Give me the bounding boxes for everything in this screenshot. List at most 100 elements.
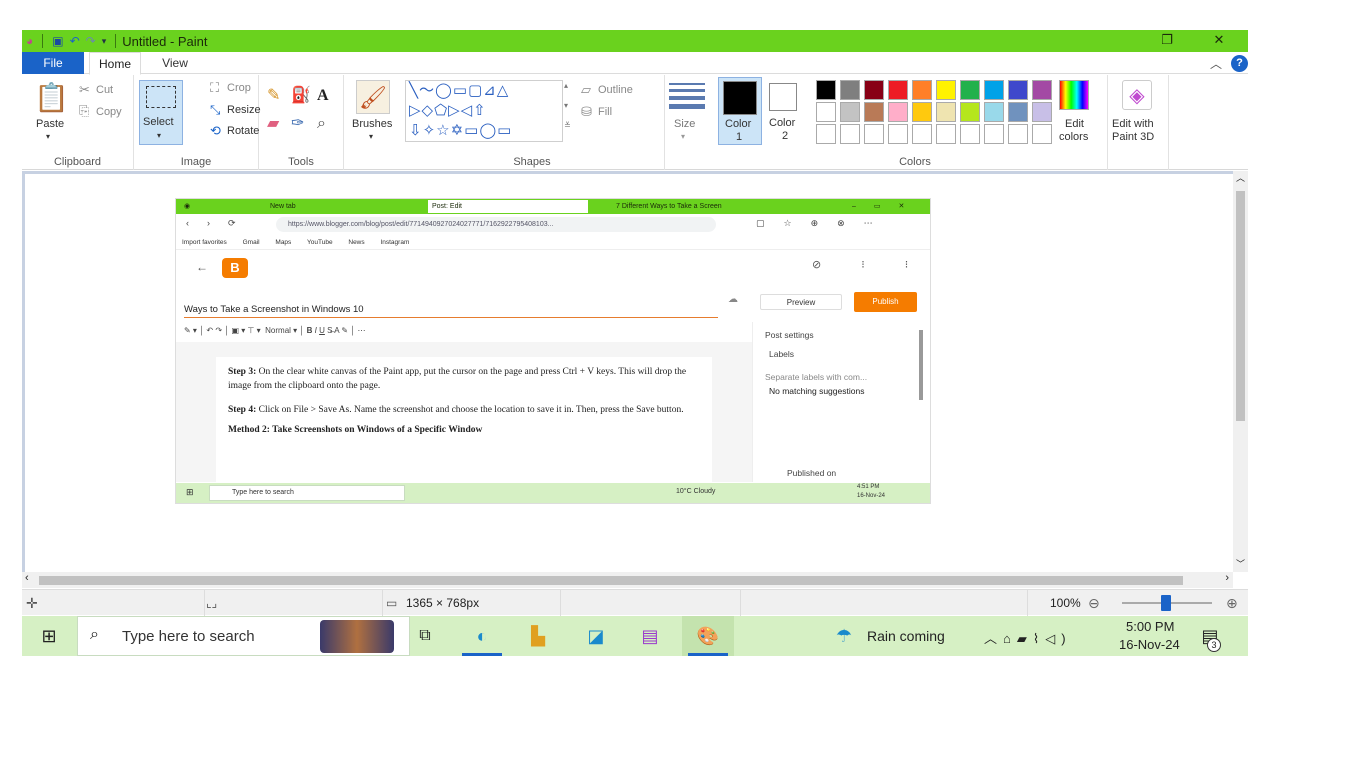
crop-button[interactable]: Crop [227,82,251,94]
redo-icon[interactable]: ↷ [86,34,96,48]
rotate-icon[interactable]: ⟲ [210,122,221,140]
empty-color-swatch[interactable] [816,124,836,144]
minimize-ribbon-icon[interactable]: ︿ [1210,55,1222,72]
cut-icon[interactable]: ✂ [79,81,90,99]
empty-color-swatch[interactable] [960,124,980,144]
empty-color-swatch[interactable] [1032,124,1052,144]
paint-taskbar-button[interactable]: 🎨 [682,616,734,656]
brush-icon[interactable]: 🖌 [356,80,390,114]
scroll-up-icon[interactable]: ︿ [1236,171,1245,184]
horizontal-scroll-thumb[interactable] [39,576,1183,585]
edit-colors-label[interactable]: Edit [1065,118,1084,130]
color1-button[interactable]: Color 1 [718,77,762,145]
close-button[interactable]: ✕ [1204,32,1234,50]
magnifier-icon[interactable]: ⌕ [317,115,326,133]
color-swatch[interactable] [960,102,980,122]
color-swatch[interactable] [936,80,956,100]
edge-icon[interactable]: ◐ [470,624,494,648]
color-swatch[interactable] [936,102,956,122]
text-tool-icon[interactable]: A [317,87,329,105]
color-swatch[interactable] [960,80,980,100]
color-swatch[interactable] [816,80,836,100]
customize-qat-icon[interactable]: ▾ [102,36,107,47]
empty-color-swatch[interactable] [864,124,884,144]
color-swatch[interactable] [1032,102,1052,122]
color-swatch[interactable] [912,80,932,100]
empty-color-swatch[interactable] [936,124,956,144]
resize-icon[interactable]: ⤡ [210,101,220,119]
zoom-in-icon[interactable]: ⊕ [1226,590,1238,616]
start-button-icon[interactable]: ⊞ [37,624,61,648]
weather-icon[interactable]: ☂ [832,624,856,648]
select-button[interactable]: Select ▾ [139,80,183,145]
color-swatch[interactable] [984,80,1004,100]
shapes-gallery[interactable]: ╲〜◯▭▢⊿△ ▷◇⬠▷◁⇧ ⇩✧☆✡▭◯▭ [405,80,563,142]
clock-date[interactable]: 16-Nov-24 [1119,637,1180,652]
scroll-down-icon[interactable]: ﹀ [1236,557,1245,570]
empty-color-swatch[interactable] [984,124,1004,144]
zoom-slider-thumb[interactable] [1161,595,1171,611]
shapes-scroll-down-icon[interactable]: ▾ [564,101,568,110]
color-swatch[interactable] [888,80,908,100]
color-swatch[interactable] [912,102,932,122]
color-picker-icon[interactable]: ✑ [291,115,304,133]
empty-color-swatch[interactable] [888,124,908,144]
edit-3d-label-2[interactable]: Paint 3D [1112,131,1154,143]
vertical-scroll-thumb[interactable] [1236,191,1245,421]
taskbar-search-box[interactable]: ⌕ Type here to search [77,616,410,656]
canvas[interactable]: ◉ New tab Post: Edit 7 Different Ways to… [25,174,1233,572]
crop-icon[interactable]: ⛶ [210,79,219,97]
brushes-button[interactable]: Brushes [352,118,392,130]
eraser-icon[interactable]: ▰ [267,115,279,133]
copy-button[interactable]: Copy [96,106,122,118]
color-swatch[interactable] [840,102,860,122]
edit-colors-label-2[interactable]: colors [1059,131,1088,143]
fill-button[interactable]: Fill [598,106,612,118]
edit-colors-icon[interactable] [1059,80,1089,110]
color-swatch[interactable] [864,80,884,100]
save-icon[interactable]: ▣ [52,34,63,48]
fill-icon[interactable]: ⛁ [581,103,592,121]
paint3d-icon[interactable]: ◈ [1122,80,1152,110]
help-icon[interactable]: ? [1231,55,1248,72]
outline-icon[interactable]: ▱ [581,81,591,99]
color-swatch[interactable] [888,102,908,122]
paste-button[interactable]: Paste [36,118,64,130]
restore-button[interactable]: ❐ [1152,32,1182,50]
horizontal-scrollbar[interactable]: ‹ › [22,572,1233,588]
undo-icon[interactable]: ↶ [70,34,80,48]
snipping-tool-icon[interactable]: ◪ [584,624,608,648]
shapes-more-icon[interactable]: ≚ [564,121,571,130]
paste-icon[interactable]: 📋 [34,83,69,113]
weather-text[interactable]: Rain coming [867,628,945,644]
tab-view[interactable]: View [150,52,200,74]
scroll-right-icon[interactable]: › [1225,572,1229,584]
color-swatch[interactable] [816,102,836,122]
color-swatch[interactable] [1032,80,1052,100]
empty-color-swatch[interactable] [840,124,860,144]
copy-icon[interactable]: ⎘ [79,102,89,120]
color-swatch[interactable] [984,102,1004,122]
scroll-left-icon[interactable]: ‹ [25,572,29,584]
resize-button[interactable]: Resize [227,104,261,116]
pencil-icon[interactable]: ✎ [267,87,280,105]
color-swatch[interactable] [840,80,860,100]
color-swatch[interactable] [864,102,884,122]
color2-button[interactable]: Color 2 [764,77,808,145]
color-swatch[interactable] [1008,102,1028,122]
color-swatch[interactable] [1008,80,1028,100]
tab-file[interactable]: File [22,52,84,74]
fill-bucket-icon[interactable]: ⛽ [291,87,311,105]
tab-home[interactable]: Home [89,52,141,75]
system-tray-icons[interactable]: ︿⌂▰⌇◁) [984,628,1072,647]
task-view-icon[interactable]: ⧉ [413,624,437,648]
clock-time[interactable]: 5:00 PM [1126,619,1174,634]
zoom-out-icon[interactable]: ⊖ [1088,590,1100,616]
empty-color-swatch[interactable] [912,124,932,144]
shapes-scroll-up-icon[interactable]: ▴ [564,81,568,90]
rotate-button[interactable]: Rotate [227,125,259,137]
empty-color-swatch[interactable] [1008,124,1028,144]
clipchamp-icon[interactable]: ▤ [638,624,662,648]
size-icon[interactable] [669,83,705,109]
cut-button[interactable]: Cut [96,84,113,96]
